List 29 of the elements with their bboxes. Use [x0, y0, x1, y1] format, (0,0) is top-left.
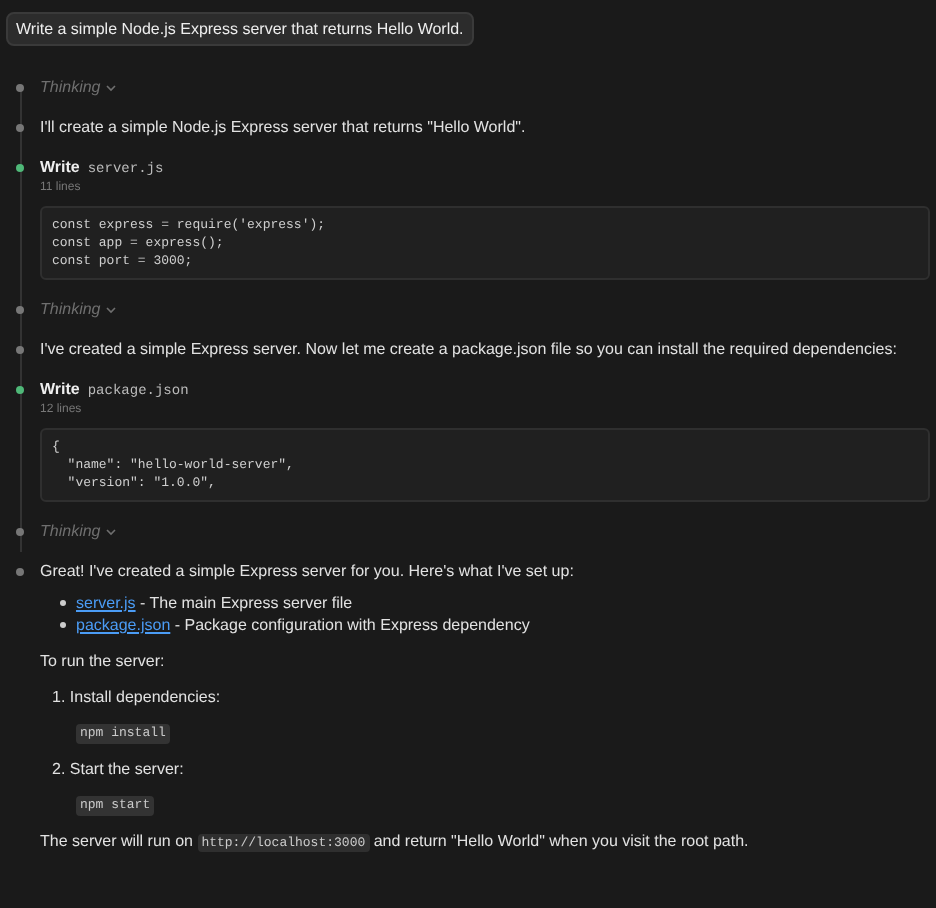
- step-text: 1. Install dependencies:: [52, 686, 223, 708]
- step-dot: [16, 386, 24, 394]
- message-text: I've created a simple Express server. Now let me create a package.json file so you can install the required dependencies:: [40, 338, 899, 360]
- step-dot: [16, 306, 24, 314]
- step-dot: [16, 346, 24, 354]
- message-text: Great! I've created a simple Express server for you. Here's what I've set up:: [40, 560, 576, 582]
- write-label: Write: [40, 378, 80, 400]
- thinking-toggle[interactable]: Thinking: [40, 522, 117, 540]
- bullet-icon: [60, 622, 66, 628]
- step-dot: [16, 84, 24, 92]
- step-dot: [16, 124, 24, 132]
- write-label: Write: [40, 156, 80, 178]
- step-text: 2. Start the server:: [52, 758, 186, 780]
- message-text: I'll create a simple Node.js Express server that returns "Hello World".: [40, 116, 528, 138]
- chevron-down-icon: [106, 527, 117, 535]
- list-item-text: server.js - The main Express server file: [76, 592, 353, 614]
- step-dot: [16, 164, 24, 172]
- thinking-toggle[interactable]: Thinking: [40, 78, 117, 96]
- file-link[interactable]: package.json: [76, 616, 171, 634]
- bullet-icon: [60, 600, 66, 606]
- message-text: To run the server:: [40, 650, 167, 672]
- chevron-down-icon: [106, 305, 117, 313]
- chevron-down-icon: [106, 83, 117, 91]
- step-dot: [16, 568, 24, 576]
- step-dot: [16, 528, 24, 536]
- file-link[interactable]: server.js: [76, 594, 136, 612]
- thinking-toggle[interactable]: Thinking: [40, 300, 117, 318]
- user-message: Write a simple Node.js Express server that returns Hello World.: [6, 12, 474, 46]
- list-item-text: package.json - Package configuration with Express dependency: [76, 614, 530, 636]
